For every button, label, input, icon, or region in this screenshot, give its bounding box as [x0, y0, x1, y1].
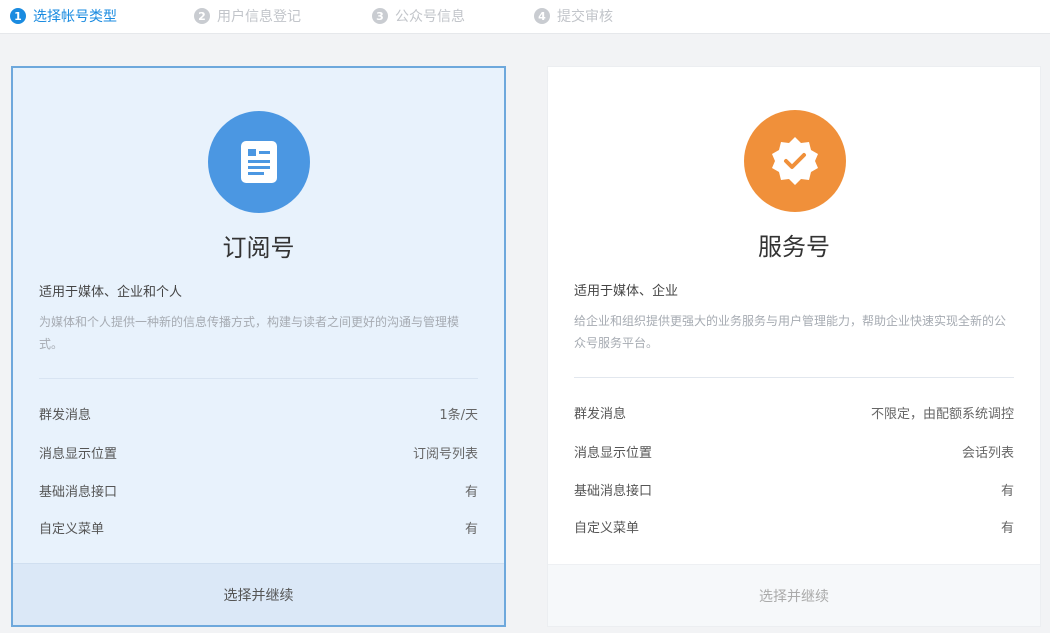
feature-row: 消息显示位置 会话列表 [574, 441, 1014, 461]
feature-value: 有 [1000, 520, 1014, 536]
step-number: 4 [534, 8, 550, 24]
service-icon-circle [744, 110, 846, 212]
select-continue-button[interactable]: 选择并继续 [13, 563, 504, 625]
feature-row: 群发消息 1条/天 [39, 403, 478, 423]
card-title: 订阅号 [222, 234, 295, 262]
feature-value: 不限定，由配额系统调控 [870, 406, 1014, 422]
select-continue-button[interactable]: 选择并继续 [548, 564, 1040, 626]
step-label: 公众号信息 [395, 9, 465, 25]
verified-badge-icon [772, 137, 818, 185]
document-icon [241, 141, 277, 183]
step-number: 2 [194, 8, 210, 24]
step-label: 用户信息登记 [217, 9, 301, 25]
feature-row: 自定义菜单 有 [39, 517, 478, 537]
step-indicator: 1 选择帐号类型 2 用户信息登记 3 公众号信息 4 提交审核 [0, 0, 1050, 34]
card-title: 服务号 [758, 233, 830, 261]
feature-name: 基础消息接口 [39, 484, 118, 500]
feature-value: 有 [464, 521, 478, 537]
step-label: 提交审核 [557, 9, 613, 25]
card-subtitle: 适用于媒体、企业和个人 [39, 285, 183, 300]
feature-value: 会话列表 [961, 445, 1014, 461]
step-number: 3 [372, 8, 388, 24]
feature-value: 有 [464, 484, 478, 500]
card-description: 给企业和组织提供更强大的业务服务与用户管理能力，帮助企业快速实现全新的公众号服务… [574, 314, 1007, 350]
feature-value: 有 [1000, 483, 1014, 499]
feature-row: 自定义菜单 有 [574, 516, 1014, 536]
feature-name: 群发消息 [39, 407, 92, 423]
service-account-card[interactable]: 服务号 适用于媒体、企业 给企业和组织提供更强大的业务服务与用户管理能力，帮助企… [547, 66, 1041, 627]
feature-name: 自定义菜单 [574, 520, 640, 536]
card-subtitle: 适用于媒体、企业 [574, 284, 679, 299]
feature-name: 群发消息 [574, 406, 627, 422]
step-submit-review: 4 提交审核 [534, 6, 613, 26]
feature-name: 自定义菜单 [39, 521, 105, 537]
subscription-icon-circle [208, 111, 310, 213]
feature-row: 群发消息 不限定，由配额系统调控 [574, 402, 1014, 422]
feature-value: 订阅号列表 [412, 446, 478, 462]
feature-name: 基础消息接口 [574, 483, 653, 499]
feature-row: 消息显示位置 订阅号列表 [39, 442, 478, 462]
divider [574, 377, 1014, 378]
subscription-account-card[interactable]: 订阅号 适用于媒体、企业和个人 为媒体和个人提供一种新的信息传播方式，构建与读者… [11, 66, 506, 627]
feature-name: 消息显示位置 [574, 445, 653, 461]
feature-value: 1条/天 [439, 407, 478, 423]
step-user-info: 2 用户信息登记 [194, 6, 301, 26]
feature-row: 基础消息接口 有 [39, 480, 478, 500]
step-account-info: 3 公众号信息 [372, 6, 465, 26]
feature-name: 消息显示位置 [39, 446, 118, 462]
divider [39, 378, 478, 379]
step-label: 选择帐号类型 [33, 9, 117, 25]
step-number: 1 [10, 8, 26, 24]
card-description: 为媒体和个人提供一种新的信息传播方式，构建与读者之间更好的沟通与管理模式。 [39, 315, 460, 351]
feature-row: 基础消息接口 有 [574, 479, 1014, 499]
step-select-account-type: 1 选择帐号类型 [10, 6, 117, 26]
